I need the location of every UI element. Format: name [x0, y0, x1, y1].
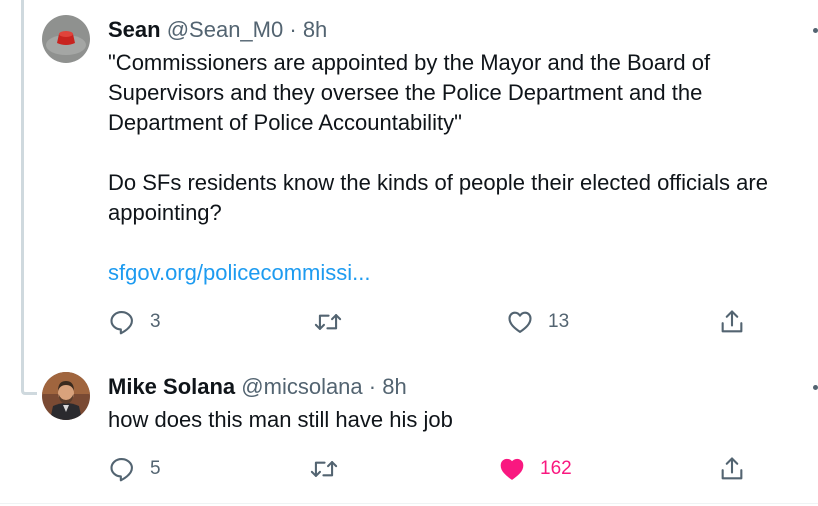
share-button[interactable] [718, 455, 746, 483]
divider [0, 503, 818, 504]
reply-connector-line [21, 358, 37, 395]
tweet-paragraph: Do SFs residents know the kinds of peopl… [108, 170, 768, 225]
tweet-paragraph: how does this man still have his job [108, 407, 453, 432]
more-icon[interactable] [813, 385, 818, 390]
separator: · [368, 374, 377, 399]
heart-icon [508, 311, 532, 333]
retweet-icon [310, 461, 338, 477]
handle[interactable]: @micsolana [241, 374, 362, 399]
timestamp[interactable]: 8h [303, 17, 327, 42]
heart-icon [500, 458, 524, 480]
like-button[interactable]: 162 [498, 455, 572, 483]
retweet-button[interactable] [309, 455, 353, 483]
like-button[interactable]: 13 [506, 308, 569, 336]
tweet-link[interactable]: sfgov.org/policecommissi... [108, 258, 808, 288]
more-icon[interactable] [813, 28, 818, 33]
reply-count: 5 [150, 458, 161, 479]
tweet-header: Mike Solana @micsolana · 8h [108, 373, 407, 401]
tweet-header: Sean @Sean_M0 · 8h [108, 16, 327, 44]
retweet-icon [314, 314, 342, 330]
retweet-button[interactable] [313, 308, 357, 336]
handle[interactable]: @Sean_M0 [167, 17, 284, 42]
separator: · [289, 17, 297, 42]
reply-button[interactable]: 3 [108, 308, 161, 336]
like-count: 13 [548, 311, 570, 332]
avatar[interactable] [42, 372, 90, 420]
display-name[interactable]: Mike Solana [108, 374, 235, 399]
like-count: 162 [540, 458, 572, 479]
reply-icon [110, 311, 133, 335]
tweet-text: "Commissioners are appointed by the Mayo… [108, 48, 808, 288]
reply-icon [110, 458, 133, 482]
reply-button[interactable]: 5 [108, 455, 161, 483]
reply-count: 3 [150, 311, 161, 332]
timestamp[interactable]: 8h [382, 374, 406, 399]
avatar[interactable] [42, 15, 90, 63]
tweet-paragraph: "Commissioners are appointed by the Mayo… [108, 50, 711, 135]
share-icon [721, 457, 743, 480]
share-button[interactable] [718, 308, 746, 336]
share-icon [721, 310, 743, 333]
thread-line [21, 0, 24, 360]
tweet-text: how does this man still have his job [108, 405, 808, 435]
display-name[interactable]: Sean [108, 17, 161, 42]
